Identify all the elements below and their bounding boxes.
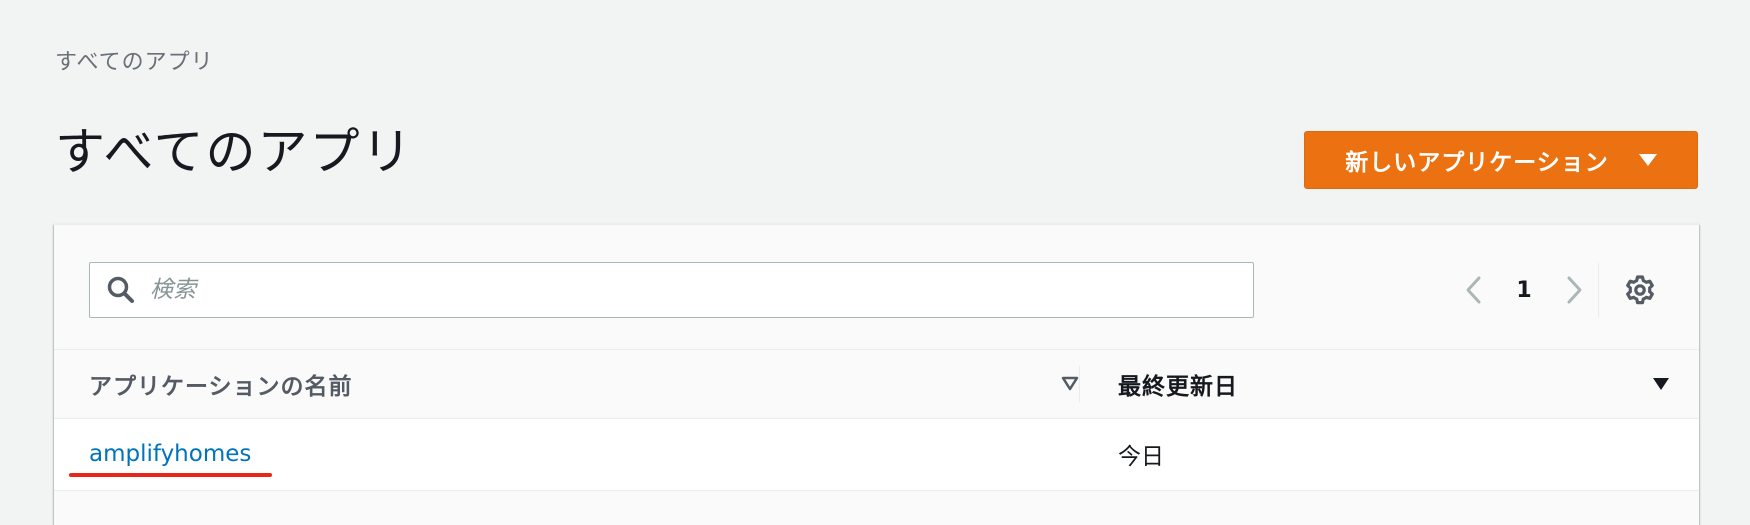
search-icon	[104, 273, 138, 307]
apps-table-panel: 1 アプリケーションの名前 最終更新日	[54, 224, 1699, 525]
search-box[interactable]	[89, 262, 1254, 318]
table-header: アプリケーションの名前 最終更新日	[54, 349, 1699, 419]
current-page-number[interactable]: 1	[1494, 278, 1554, 303]
sort-caret-outline-icon	[1061, 376, 1079, 392]
page-title: すべてのアプリ	[55, 123, 414, 181]
sort-caret-filled-icon	[1652, 376, 1670, 392]
toolbar-divider	[1598, 263, 1599, 317]
column-header-last-updated[interactable]: 最終更新日	[1118, 350, 1670, 418]
new-application-button[interactable]: 新しいアプリケーション	[1304, 131, 1698, 189]
gear-icon[interactable]	[1619, 269, 1661, 311]
search-input[interactable]	[148, 262, 1253, 318]
column-header-last-updated-label: 最終更新日	[1118, 374, 1238, 400]
column-header-app-name-label: アプリケーションの名前	[89, 374, 353, 400]
breadcrumb[interactable]: すべてのアプリ	[55, 44, 214, 76]
caret-down-icon	[1638, 154, 1657, 166]
last-updated-cell: 今日	[1118, 444, 1164, 470]
column-header-app-name[interactable]: アプリケーションの名前	[89, 350, 1104, 418]
chevron-left-icon[interactable]	[1454, 270, 1494, 310]
app-name-link[interactable]: amplifyhomes	[89, 419, 251, 489]
chevron-right-icon[interactable]	[1554, 270, 1594, 310]
breadcrumb-item-all-apps[interactable]: すべてのアプリ	[55, 50, 214, 75]
column-divider	[1079, 366, 1080, 402]
pagination: 1	[1454, 265, 1594, 315]
annotation-underline	[69, 473, 272, 477]
new-application-button-label: 新しいアプリケーション	[1345, 150, 1609, 176]
table-row: amplifyhomes 今日	[54, 419, 1699, 491]
